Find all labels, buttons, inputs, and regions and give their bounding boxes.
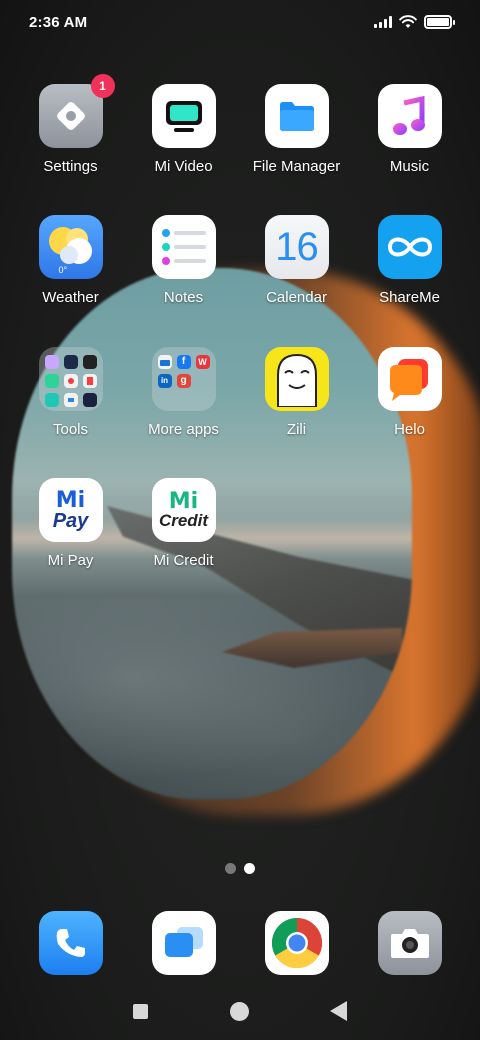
calendar-day-number: 16 [275,224,318,269]
app-folder-tools[interactable]: Tools [14,347,127,438]
status-time: 2:36 AM [29,13,88,31]
notes-icon [151,215,216,279]
signal-icon [374,16,392,28]
mi-credit-icon: Mi Credit [151,478,216,542]
page-dot-2[interactable] [244,863,255,874]
app-label: Notes [163,289,204,306]
games-icon: g [176,374,191,388]
wps-icon: W [195,355,210,369]
camera-icon[interactable] [378,911,442,975]
music-note-icon [377,84,442,148]
calendar-icon: 16 [264,215,329,279]
folder-icon [264,84,329,148]
app-mi-pay[interactable]: Mi Pay Mi Pay [14,478,127,569]
app-file-manager[interactable]: File Manager [240,84,353,175]
app-music[interactable]: Music [353,84,466,175]
app-label: More apps [148,421,219,438]
battery-icon [424,15,455,29]
gear-icon: 1 [38,74,115,148]
back-button[interactable] [330,1001,347,1021]
app-label: Mi Credit [153,552,214,569]
phone-icon[interactable] [39,911,103,975]
app-label: Zili [286,421,307,438]
app-label: Settings [43,158,98,175]
status-bar: 2:36 AM [0,0,480,44]
notification-badge: 1 [90,74,115,98]
mi-credit-logo-top: Mi [168,489,199,514]
app-label: Tools [52,421,89,438]
infinity-icon [377,215,442,279]
tv-icon [151,84,216,148]
app-settings[interactable]: 1 Settings [14,74,127,175]
helo-icon [377,347,442,411]
wifi-icon [399,15,417,28]
message-icon[interactable] [152,911,216,975]
facebook-icon: f [176,355,191,369]
app-calendar[interactable]: 16 Calendar [240,215,353,306]
dock [0,911,480,975]
zili-face-icon [264,347,329,411]
app-label: Mi Video [154,158,213,175]
app-mi-video[interactable]: Mi Video [127,84,240,175]
page-dot-1[interactable] [225,863,236,874]
app-zili[interactable]: Zili [240,347,353,438]
mi-pay-logo-bottom: Pay [52,509,89,532]
app-label: File Manager [252,158,341,175]
app-shareme[interactable]: ShareMe [353,215,466,306]
page-indicator [0,863,480,874]
battery-fill [427,18,449,26]
mi-credit-logo-bottom: Credit [158,511,209,530]
app-label: ShareMe [379,289,440,306]
app-label: Music [389,158,430,175]
folder-tools-icon [38,347,103,411]
app-notes[interactable]: Notes [127,215,240,306]
weather-temp: 0° [58,265,68,275]
weather-icon: 0° [38,215,103,279]
app-label: Helo [394,421,425,438]
app-label: Mi Pay [47,552,94,569]
chrome-icon[interactable] [265,911,329,975]
app-label: Weather [42,289,99,306]
status-icons [374,15,455,29]
app-weather[interactable]: 0° Weather [14,215,127,306]
folder-apps-icon: f W in g [151,347,216,411]
mi-pay-logo-top: Mi [55,487,86,513]
app-helo[interactable]: Helo [353,347,466,438]
mi-pay-icon: Mi Pay [38,478,103,542]
navigation-bar [0,994,480,1030]
app-mi-credit[interactable]: Mi Credit Mi Credit [127,478,240,569]
app-label: Calendar [266,289,327,306]
recents-button[interactable] [133,1004,148,1019]
linkedin-icon: in [157,374,172,388]
app-folder-more-apps[interactable]: f W in g More apps [127,347,240,438]
home-button[interactable] [230,1002,249,1021]
